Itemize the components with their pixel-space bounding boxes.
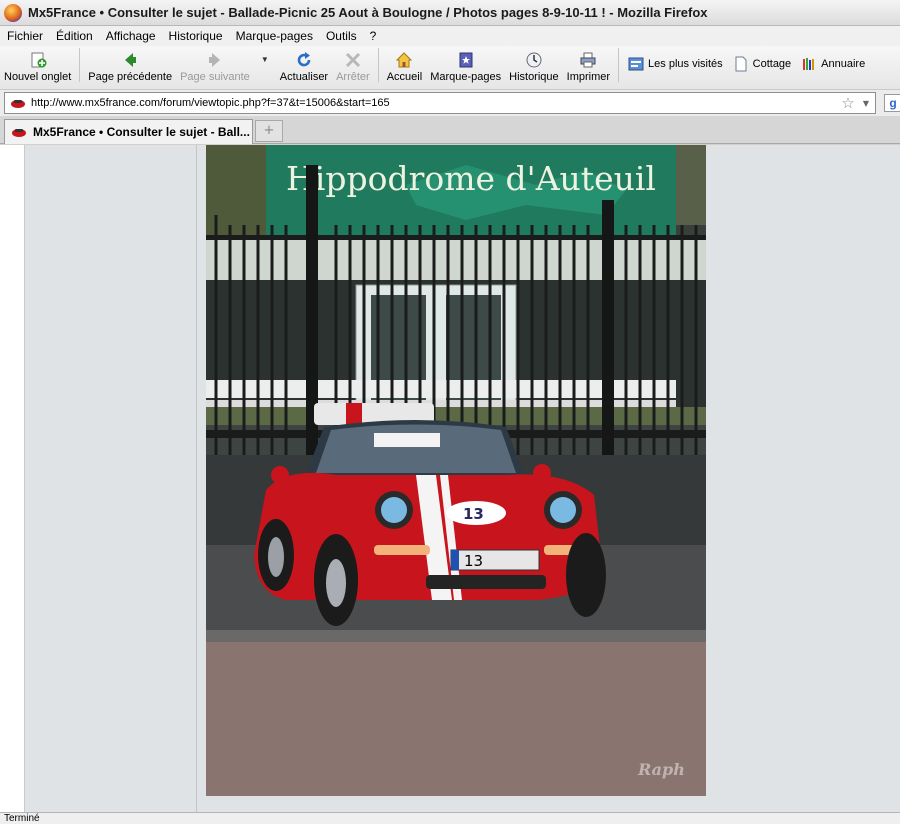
site-favicon: [9, 94, 27, 112]
home-label: Accueil: [386, 71, 423, 83]
new-tab-button[interactable]: Nouvel onglet: [0, 45, 75, 83]
print-label: Imprimer: [566, 71, 611, 83]
back-arrow-icon: [121, 51, 139, 69]
stop-icon: [344, 51, 362, 69]
menu-fichier[interactable]: Fichier: [2, 29, 51, 43]
reload-button[interactable]: Actualiser: [276, 45, 332, 83]
license-plate: 13: [464, 552, 483, 570]
search-engine-icon[interactable]: g: [884, 94, 900, 112]
annuaire-label: Annuaire: [821, 58, 866, 70]
menu-edition[interactable]: Édition: [51, 29, 101, 43]
cottage-label: Cottage: [752, 58, 792, 70]
history-dropdown-button[interactable]: ▼: [254, 45, 276, 83]
forum-photo: Hippodrome d'Auteuil 13 13 Raph: [206, 145, 706, 796]
forward-label: Page suivante: [180, 71, 250, 83]
new-tab-icon: [29, 51, 47, 69]
chevron-down-icon: ▼: [260, 54, 269, 64]
menu-outils[interactable]: Outils: [321, 29, 365, 43]
url-bar[interactable]: http://www.mx5france.com/forum/viewtopic…: [4, 92, 876, 114]
address-bar-row: http://www.mx5france.com/forum/viewtopic…: [0, 90, 900, 116]
bookmark-cottage[interactable]: Cottage: [728, 45, 797, 83]
most-visited-icon: [628, 56, 644, 72]
page-icon: [733, 56, 749, 72]
back-label: Page précédente: [88, 71, 173, 83]
bookmarks-label: Marque-pages: [430, 71, 502, 83]
history-button[interactable]: Historique: [505, 45, 563, 83]
toolbar-separator: [377, 47, 379, 82]
tab-label: Mx5France • Consulter le sujet - Ball...: [33, 125, 250, 139]
status-bar: Terminé: [0, 812, 900, 824]
photographer-watermark: Raph: [637, 760, 685, 779]
race-number: 13: [463, 505, 484, 523]
reload-icon: [295, 51, 313, 69]
new-tab-plus-button[interactable]: +: [255, 120, 283, 142]
window-title: Mx5France • Consulter le sujet - Ballade…: [28, 5, 708, 20]
road: [206, 642, 706, 796]
tab-favicon: [12, 129, 26, 137]
forward-arrow-icon: [206, 51, 224, 69]
bookmark-most-visited[interactable]: Les plus visités: [623, 45, 728, 83]
toolbar-separator: [618, 47, 620, 82]
sign-text: Hippodrome d'Auteuil: [286, 159, 656, 198]
forward-button[interactable]: Page suivante: [176, 45, 254, 83]
menu-marque-pages[interactable]: Marque-pages: [231, 29, 321, 43]
bookmark-star-icon[interactable]: ☆: [839, 94, 857, 112]
annuaire-icon: [801, 56, 817, 72]
print-button[interactable]: Imprimer: [563, 45, 614, 83]
menu-bar: Fichier Édition Affichage Historique Mar…: [0, 26, 900, 46]
menu-historique[interactable]: Historique: [164, 29, 231, 43]
bookmarks-button[interactable]: Marque-pages: [426, 45, 505, 83]
url-text[interactable]: http://www.mx5france.com/forum/viewtopic…: [31, 97, 839, 109]
new-tab-label: Nouvel onglet: [4, 71, 72, 83]
bookmarks-icon: [457, 51, 475, 69]
printer-icon: [579, 51, 597, 69]
stop-label: Arrêter: [336, 71, 370, 83]
reload-label: Actualiser: [279, 71, 329, 83]
url-dropdown-icon[interactable]: ▼: [857, 99, 875, 108]
column-divider: [196, 145, 197, 812]
tab-strip: Mx5France • Consulter le sujet - Ball...…: [0, 116, 900, 144]
stop-button[interactable]: Arrêter: [332, 45, 374, 83]
bookmark-annuaire[interactable]: Annuaire: [796, 45, 870, 83]
firefox-logo-icon: [4, 3, 22, 22]
window-titlebar: Mx5France • Consulter le sujet - Ballade…: [0, 0, 900, 26]
clock-icon: [525, 51, 543, 69]
menu-help[interactable]: ?: [365, 29, 385, 43]
home-button[interactable]: Accueil: [383, 45, 426, 83]
tab-active[interactable]: Mx5France • Consulter le sujet - Ball...: [4, 119, 253, 144]
toolbar-separator: [79, 47, 81, 82]
left-gutter: [0, 145, 25, 812]
home-icon: [395, 51, 413, 69]
status-text: Terminé: [4, 813, 40, 824]
page-content: Hippodrome d'Auteuil 13 13 Raph: [0, 145, 900, 812]
menu-affichage[interactable]: Affichage: [101, 29, 164, 43]
history-label: Historique: [509, 71, 559, 83]
navigation-toolbar: Nouvel onglet Page précédente Page suiva…: [0, 46, 900, 90]
most-visited-label: Les plus visités: [648, 58, 723, 70]
back-button[interactable]: Page précédente: [84, 45, 176, 83]
